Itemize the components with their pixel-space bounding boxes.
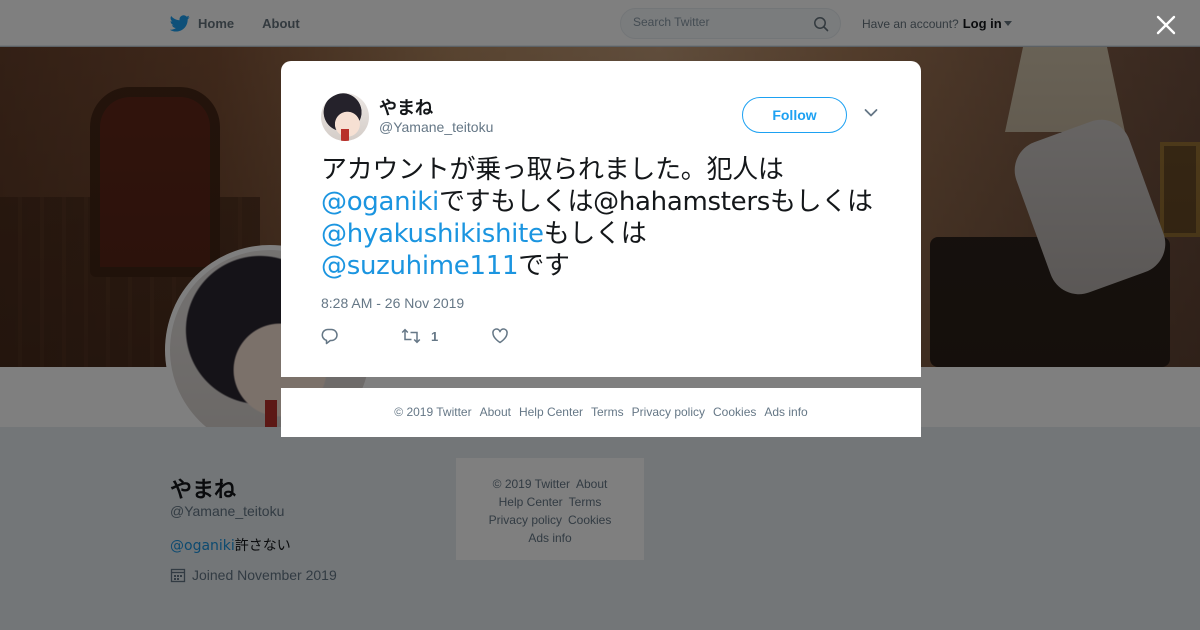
close-icon[interactable] (1152, 11, 1180, 39)
footer-link-about[interactable]: About (480, 405, 511, 419)
tweet-actions: 1 (321, 327, 509, 345)
retweet-icon (401, 328, 421, 344)
tweet-mention-link[interactable]: @suzuhime111 (321, 251, 519, 281)
tweet-timestamp[interactable]: 8:28 AM - 26 Nov 2019 (321, 295, 464, 311)
footer-link-help-center[interactable]: Help Center (519, 405, 583, 419)
chevron-down-icon[interactable] (864, 108, 878, 118)
follow-button[interactable]: Follow (742, 97, 847, 133)
heart-icon (492, 328, 508, 344)
footer-link-cookies[interactable]: Cookies (713, 405, 756, 419)
footer-link-privacy[interactable]: Privacy policy (632, 405, 705, 419)
tweet-mention-link[interactable]: @oganiki (321, 187, 439, 217)
retweet-button[interactable]: 1 (401, 327, 491, 345)
reply-button[interactable] (321, 327, 401, 345)
retweet-count: 1 (431, 328, 439, 344)
modal-footer: © 2019 Twitter About Help Center Terms Priva… (281, 388, 921, 437)
footer-link-ads-info[interactable]: Ads info (764, 405, 807, 419)
tweet-author-avatar[interactable] (321, 93, 369, 141)
tweet-text-segment: です (518, 251, 570, 281)
tweet-text-segment: もしくは (543, 219, 647, 249)
tweet-text: アカウントが乗っ取られました。犯人は@oganikiですもしくは@hahamst… (321, 154, 881, 282)
tweet-mention-link[interactable]: @hyakushikishite (321, 219, 544, 249)
tweet-author-name[interactable]: やまね (379, 94, 433, 120)
tweet-text-segment: ですもしくは@hahamstersもしくは (438, 187, 873, 217)
tweet-text-segment: アカウントが乗っ取られました。犯人は (321, 155, 784, 185)
footer-copyright: © 2019 Twitter (394, 405, 472, 419)
avatar-ribbon (341, 129, 349, 141)
tweet-author-handle[interactable]: @Yamane_teitoku (379, 119, 493, 135)
footer-link-terms[interactable]: Terms (591, 405, 624, 419)
tweet-modal: やまね @Yamane_teitoku Follow アカウントが乗っ取られまし… (281, 61, 921, 377)
reply-icon (321, 328, 338, 345)
like-button[interactable] (491, 327, 509, 345)
